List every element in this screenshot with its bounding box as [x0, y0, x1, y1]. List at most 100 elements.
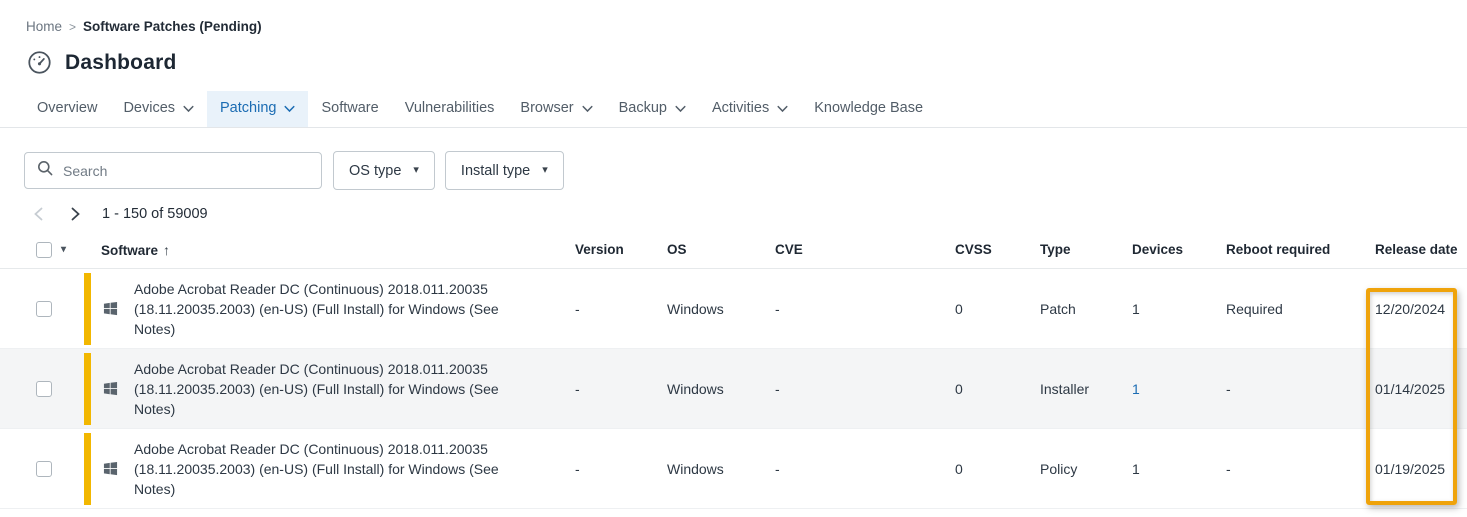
breadcrumb: Home > Software Patches (Pending) [0, 0, 1467, 34]
breadcrumb-current: Software Patches (Pending) [83, 19, 262, 34]
tab-label: Vulnerabilities [405, 100, 495, 116]
column-header-software[interactable]: Software ↑ [84, 242, 575, 258]
filter-row: OS type ▾ Install type ▾ [0, 128, 1467, 190]
column-header-version[interactable]: Version [575, 242, 667, 257]
devices-count-link[interactable]: 1 [1132, 381, 1226, 397]
release-date-cell: 01/14/2025 [1373, 381, 1467, 397]
type-cell: Policy [1040, 461, 1132, 477]
tab-label: Browser [520, 100, 573, 116]
search-input[interactable] [63, 163, 309, 179]
os-type-dropdown[interactable]: OS type ▾ [333, 151, 435, 190]
version-cell: - [575, 461, 667, 477]
tab-overview[interactable]: Overview [24, 91, 110, 127]
column-header-os[interactable]: OS [667, 242, 775, 257]
select-menu-caret-icon[interactable]: ▾ [61, 244, 66, 255]
reboot-required-cell: - [1226, 381, 1373, 397]
chevron-down-icon [284, 105, 295, 113]
software-cell: Adobe Acrobat Reader DC (Continuous) 201… [84, 349, 575, 428]
next-page-icon[interactable] [68, 207, 82, 221]
cve-cell: - [775, 381, 955, 397]
tab-label: Overview [37, 100, 97, 116]
install-type-dropdown[interactable]: Install type ▾ [445, 151, 564, 190]
release-date-cell: 01/19/2025 [1373, 461, 1467, 477]
column-header-devices[interactable]: Devices [1132, 242, 1226, 257]
table-row[interactable]: Adobe Acrobat Reader DC (Continuous) 201… [0, 349, 1467, 429]
tab-software[interactable]: Software [308, 91, 391, 127]
tab-label: Software [321, 100, 378, 116]
severity-bar [84, 273, 91, 345]
cve-cell: - [775, 461, 955, 477]
tab-patching[interactable]: Patching [207, 91, 308, 127]
page-header: Dashboard [0, 34, 1467, 75]
pagination-range-text: 1 - 150 of 59009 [102, 206, 208, 222]
column-header-release-date[interactable]: Release date [1373, 242, 1467, 257]
tab-browser[interactable]: Browser [507, 91, 605, 127]
version-cell: - [575, 301, 667, 317]
devices-cell: 1 [1132, 301, 1226, 317]
tab-label: Backup [619, 100, 667, 116]
tab-knowledge-base[interactable]: Knowledge Base [801, 91, 936, 127]
type-cell: Installer [1040, 381, 1132, 397]
os-cell: Windows [667, 301, 775, 317]
tab-label: Devices [123, 100, 175, 116]
tab-label: Knowledge Base [814, 100, 923, 116]
tab-backup[interactable]: Backup [606, 91, 699, 127]
cvss-cell: 0 [955, 301, 1040, 317]
row-checkbox[interactable] [36, 381, 52, 397]
reboot-required-cell: Required [1226, 301, 1373, 317]
row-checkbox[interactable] [36, 461, 52, 477]
row-select-cell [24, 301, 84, 317]
header-select-cell: ▾ [24, 242, 84, 258]
chevron-down-icon [675, 105, 686, 113]
chevron-down-icon [183, 105, 194, 113]
column-header-cve[interactable]: CVE [775, 242, 955, 257]
search-icon [37, 160, 53, 181]
row-checkbox[interactable] [36, 301, 52, 317]
previous-page-icon[interactable] [32, 207, 46, 221]
type-cell: Patch [1040, 301, 1132, 317]
table-header-row: ▾ Software ↑ Version OS CVE CVSS Type De… [0, 231, 1467, 269]
os-cell: Windows [667, 381, 775, 397]
select-all-checkbox[interactable] [36, 242, 52, 258]
cve-cell: - [775, 301, 955, 317]
tab-activities[interactable]: Activities [699, 91, 801, 127]
dashboard-gauge-icon [27, 50, 52, 75]
column-header-type[interactable]: Type [1040, 242, 1132, 257]
page-title: Dashboard [65, 51, 177, 75]
severity-bar [84, 353, 91, 425]
chevron-down-icon [582, 105, 593, 113]
patches-table: ▾ Software ↑ Version OS CVE CVSS Type De… [0, 231, 1467, 509]
windows-logo-icon [103, 301, 118, 316]
sort-ascending-icon: ↑ [163, 242, 170, 258]
column-header-cvss[interactable]: CVSS [955, 242, 1040, 257]
windows-logo-icon [103, 461, 118, 476]
reboot-required-cell: - [1226, 461, 1373, 477]
caret-down-icon: ▾ [413, 165, 419, 176]
software-name[interactable]: Adobe Acrobat Reader DC (Continuous) 201… [134, 439, 519, 499]
software-name[interactable]: Adobe Acrobat Reader DC (Continuous) 201… [134, 359, 519, 419]
row-select-cell [24, 381, 84, 397]
table-row[interactable]: Adobe Acrobat Reader DC (Continuous) 201… [0, 269, 1467, 349]
devices-cell: 1 [1132, 461, 1226, 477]
row-select-cell [24, 461, 84, 477]
tab-vulnerabilities[interactable]: Vulnerabilities [392, 91, 508, 127]
install-type-label: Install type [461, 163, 530, 179]
tab-devices[interactable]: Devices [110, 91, 207, 127]
os-cell: Windows [667, 461, 775, 477]
os-type-label: OS type [349, 163, 401, 179]
chevron-down-icon [777, 105, 788, 113]
pagination: 1 - 150 of 59009 [0, 190, 1467, 222]
column-header-reboot-required[interactable]: Reboot required [1226, 242, 1373, 257]
windows-logo-icon [103, 381, 118, 396]
breadcrumb-separator: > [69, 20, 76, 34]
software-cell: Adobe Acrobat Reader DC (Continuous) 201… [84, 429, 575, 508]
table-row[interactable]: Adobe Acrobat Reader DC (Continuous) 201… [0, 429, 1467, 509]
cvss-cell: 0 [955, 461, 1040, 477]
release-date-cell: 12/20/2024 [1373, 301, 1467, 317]
severity-bar [84, 433, 91, 505]
software-name[interactable]: Adobe Acrobat Reader DC (Continuous) 201… [134, 279, 519, 339]
search-box[interactable] [24, 152, 322, 189]
breadcrumb-home-link[interactable]: Home [26, 19, 62, 34]
caret-down-icon: ▾ [542, 165, 548, 176]
tab-bar: Overview Devices Patching Software Vulne… [0, 91, 1467, 128]
